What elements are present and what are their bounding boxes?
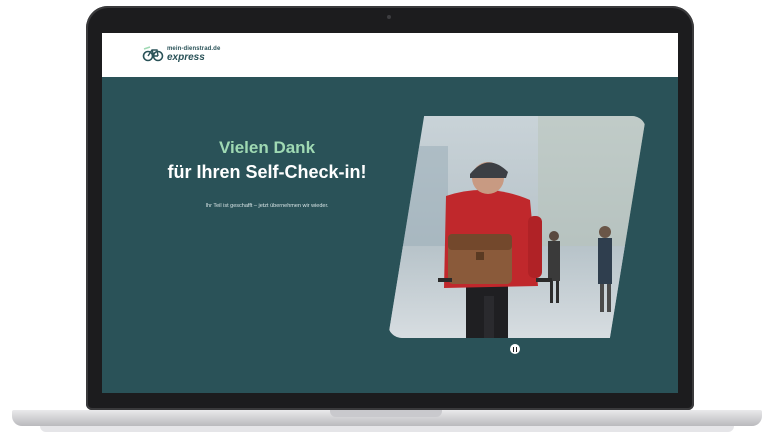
- laptop-screen: mein-dienstrad.de express Vielen Dank fü…: [102, 33, 678, 393]
- site-logo[interactable]: mein-dienstrad.de express: [142, 45, 220, 63]
- hero-photo-cyclist: [388, 116, 646, 338]
- camera-dot: [387, 15, 391, 19]
- laptop-shadow: [40, 426, 734, 432]
- laptop-mockup: mein-dienstrad.de express Vielen Dank fü…: [0, 0, 774, 439]
- bike-icon: [142, 46, 164, 62]
- hero-heading-thanks: Vielen Dank: [218, 138, 316, 157]
- pause-icon: [512, 346, 515, 352]
- hero-subtext: Ihr Teil ist geschafft – jetzt übernehme…: [205, 203, 329, 209]
- pause-icon-bar: [515, 346, 518, 352]
- hero-heading-checkin: für Ihren Self-Check-in!: [167, 162, 367, 182]
- site-header: mein-dienstrad.de express: [102, 33, 678, 77]
- media-pause-button[interactable]: [510, 344, 520, 354]
- logo-express-text: express: [167, 51, 205, 63]
- laptop-base-notch: [330, 410, 442, 417]
- logo-domain-text: mein-dienstrad.de: [167, 45, 221, 52]
